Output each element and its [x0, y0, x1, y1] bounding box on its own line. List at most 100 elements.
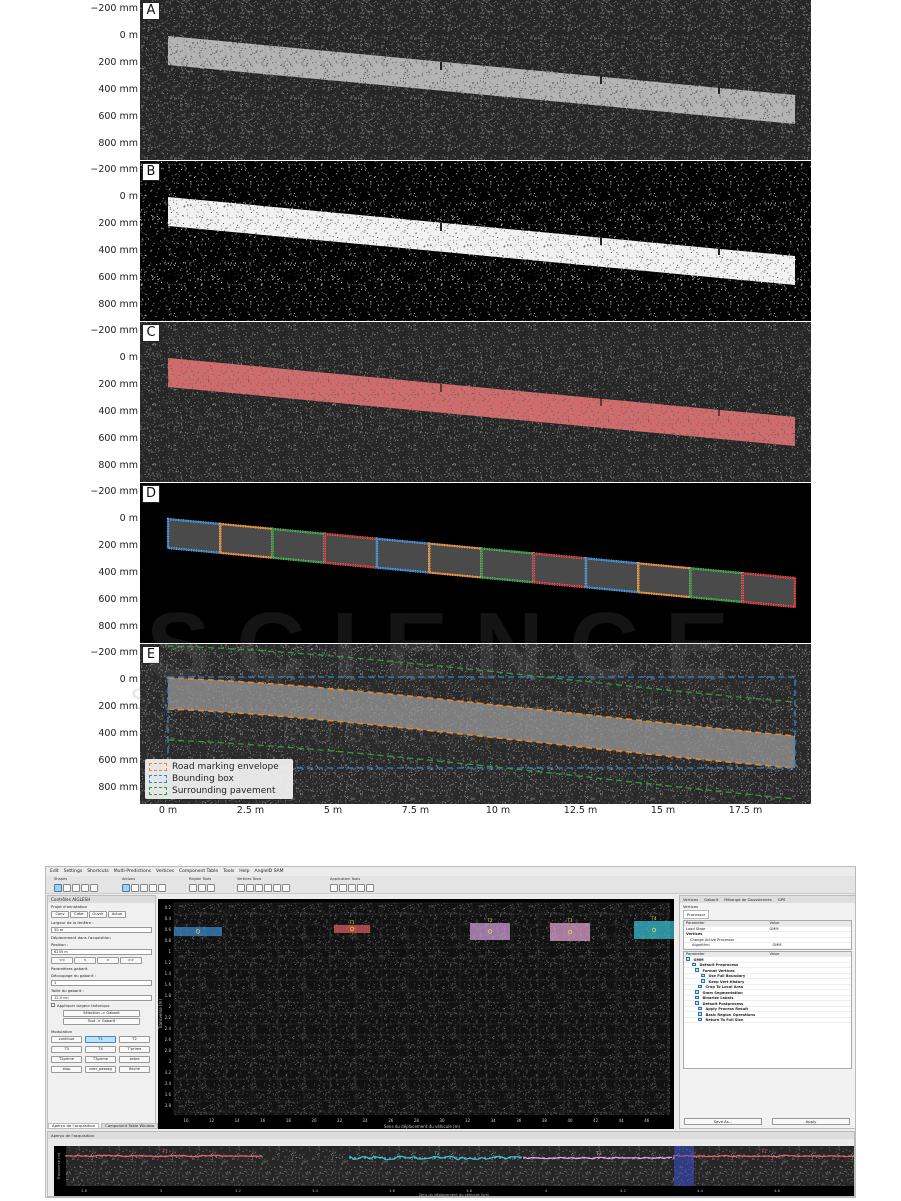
main-view[interactable]: 10 12 14 16 18 20 22 24 26 28 30 32 34 36 38 40 42 44 46 0.…: [158, 899, 674, 1129]
modulation-button-t-prime[interactable]: T'prime: [119, 1046, 150, 1053]
menu-help[interactable]: Help: [239, 869, 249, 874]
tab-component-table-window[interactable]: Component Table Window: [101, 1123, 159, 1129]
track-vertex: [638, 1157, 640, 1159]
modulation-button-t1[interactable]: T1: [85, 1036, 116, 1043]
save-as-button[interactable]: Save As...: [684, 1118, 762, 1125]
y-tick-label: 3.4: [165, 1081, 172, 1086]
modulation-button-t3prime[interactable]: T3prime: [85, 1056, 116, 1063]
template-cut-label: Découpage du gabarit :: [51, 973, 96, 978]
menu-vertices[interactable]: Vertices: [156, 869, 174, 874]
menu-shortcuts[interactable]: Shortcuts: [87, 869, 109, 874]
track-vertex: [743, 1155, 745, 1157]
track-vertex: [484, 1157, 486, 1159]
edit-icon[interactable]: [131, 884, 139, 892]
create-button[interactable]: Créer: [70, 911, 88, 918]
anchor-icon[interactable]: [348, 884, 356, 892]
undo-icon[interactable]: [237, 884, 245, 892]
move-icon[interactable]: [122, 884, 130, 892]
menu-tools[interactable]: Tools: [223, 869, 234, 874]
track-vertex: [70, 1155, 72, 1157]
image-icon[interactable]: [282, 884, 290, 892]
line-icon[interactable]: [63, 884, 71, 892]
tab-gabarit[interactable]: Gabarit: [704, 897, 718, 902]
x-tick-label: 10 m: [485, 805, 511, 816]
tab-acquisition-preview[interactable]: Aperçu de l'acquisition: [48, 1123, 100, 1129]
right-dock-tabs: Vertices Gabarit Mélange de Gaussiennes …: [680, 896, 855, 903]
zoom-icon[interactable]: [189, 884, 197, 892]
check-icon[interactable]: [198, 884, 206, 892]
template-size-select[interactable]: 12.0 cm: [51, 995, 152, 1001]
cursor-icon[interactable]: [330, 884, 338, 892]
menu-settings[interactable]: Settings: [64, 869, 82, 874]
refresh-button[interactable]: Actua: [108, 911, 126, 918]
modulation-button-continue[interactable]: continue: [51, 1036, 82, 1043]
position-input[interactable]: 6255 m: [51, 949, 152, 955]
section-displacement: Déplacement dans l'acquisition: [51, 935, 111, 940]
selection-to-template-button[interactable]: Sélection -> Gabarit: [63, 1010, 140, 1017]
rect-icon[interactable]: [54, 884, 62, 892]
track-vertex: [240, 1155, 242, 1157]
toolbar-group-shapes: Shapes: [54, 877, 68, 881]
tab-vertices[interactable]: Vertices: [683, 897, 698, 902]
tree-item[interactable]: Return To Full Size: [684, 1017, 851, 1023]
nav-first-button[interactable]: <<: [51, 957, 73, 964]
window-width-input[interactable]: 30 m: [51, 927, 152, 933]
track-vertex: [509, 1157, 511, 1159]
nav-last-button[interactable]: >>: [120, 957, 142, 964]
brush-icon[interactable]: [255, 884, 263, 892]
open-button[interactable]: Ouvrir: [89, 911, 107, 918]
modulation-button-cder-passag[interactable]: cder_passag: [85, 1066, 116, 1073]
tab-gps[interactable]: GPS: [778, 897, 786, 902]
y-tick-label: 800 mm: [98, 460, 138, 471]
menu-angleid-sam[interactable]: AngleID SAM: [255, 869, 284, 874]
nav-next-button[interactable]: >: [97, 957, 119, 964]
track-vertex: [110, 1155, 112, 1157]
menu-multi-predictions[interactable]: Multi-Predictions: [114, 869, 151, 874]
track-vertex: [165, 1155, 167, 1157]
track-vertex: [828, 1155, 830, 1157]
circle-icon[interactable]: [81, 884, 89, 892]
apply-button[interactable]: Apply: [772, 1118, 850, 1125]
y-tick-label: 0.8: [165, 938, 172, 943]
table-row[interactable]: Algorithm GMM: [684, 943, 851, 949]
x-tick-label: 36: [516, 1118, 522, 1123]
tab-gaussian-mixture[interactable]: Mélange de Gaussiennes: [724, 897, 771, 902]
plus-icon[interactable]: [158, 884, 166, 892]
modulation-button-t4[interactable]: T4: [85, 1046, 116, 1053]
bolt-icon[interactable]: [207, 884, 215, 892]
track-label: T3: [596, 1151, 602, 1156]
erase-icon[interactable]: [264, 884, 272, 892]
box-icon[interactable]: [149, 884, 157, 892]
template-cut-input[interactable]: 1: [51, 980, 152, 986]
modulation-button-t2prime[interactable]: T2prime: [51, 1056, 82, 1063]
redo-icon[interactable]: [246, 884, 254, 892]
conv-button[interactable]: Conv: [51, 911, 69, 918]
menu-component-table[interactable]: Component Table: [179, 869, 218, 874]
track-label: T1: [162, 1149, 168, 1154]
hand-icon[interactable]: [366, 884, 374, 892]
copy-icon[interactable]: [339, 884, 347, 892]
polygon-icon[interactable]: [72, 884, 80, 892]
filter-icon[interactable]: [357, 884, 365, 892]
modulation-button-t3[interactable]: T3: [51, 1046, 82, 1053]
y-tick-label: 600 mm: [98, 433, 138, 444]
menu-edit[interactable]: Edit: [50, 869, 59, 874]
track-vertex: [568, 1157, 570, 1159]
pen-icon[interactable]: [140, 884, 148, 892]
save-icon[interactable]: [273, 884, 281, 892]
modulation-button-stop[interactable]: stop: [51, 1066, 82, 1073]
tab-processor[interactable]: Processor: [683, 910, 710, 919]
track-vertex: [548, 1157, 550, 1159]
x-tick-label: 4.2: [620, 1189, 626, 1193]
y-tick-label: 200 mm: [98, 218, 138, 229]
nav-prev-button[interactable]: <: [74, 957, 96, 964]
eye-icon[interactable]: [90, 884, 98, 892]
all-to-template-button[interactable]: Tout -> Gabarit: [63, 1018, 140, 1025]
acquisition-overview[interactable]: T1 T2 T3 T1 2.8 3 3.2 3.4 3.6 3.8 4 4.2 4.4 4.6 Sens d…: [54, 1146, 855, 1197]
track-vertex: [528, 1157, 530, 1159]
theoretical-width-checkbox[interactable]: Appliquer largeur théorique: [48, 1002, 155, 1009]
y-tick-label: −200 mm: [90, 325, 138, 336]
modulation-button-fleche[interactable]: fleche: [119, 1066, 150, 1073]
modulation-button-t2[interactable]: T2: [119, 1036, 150, 1043]
modulation-button-zebra[interactable]: zebra: [119, 1056, 150, 1063]
